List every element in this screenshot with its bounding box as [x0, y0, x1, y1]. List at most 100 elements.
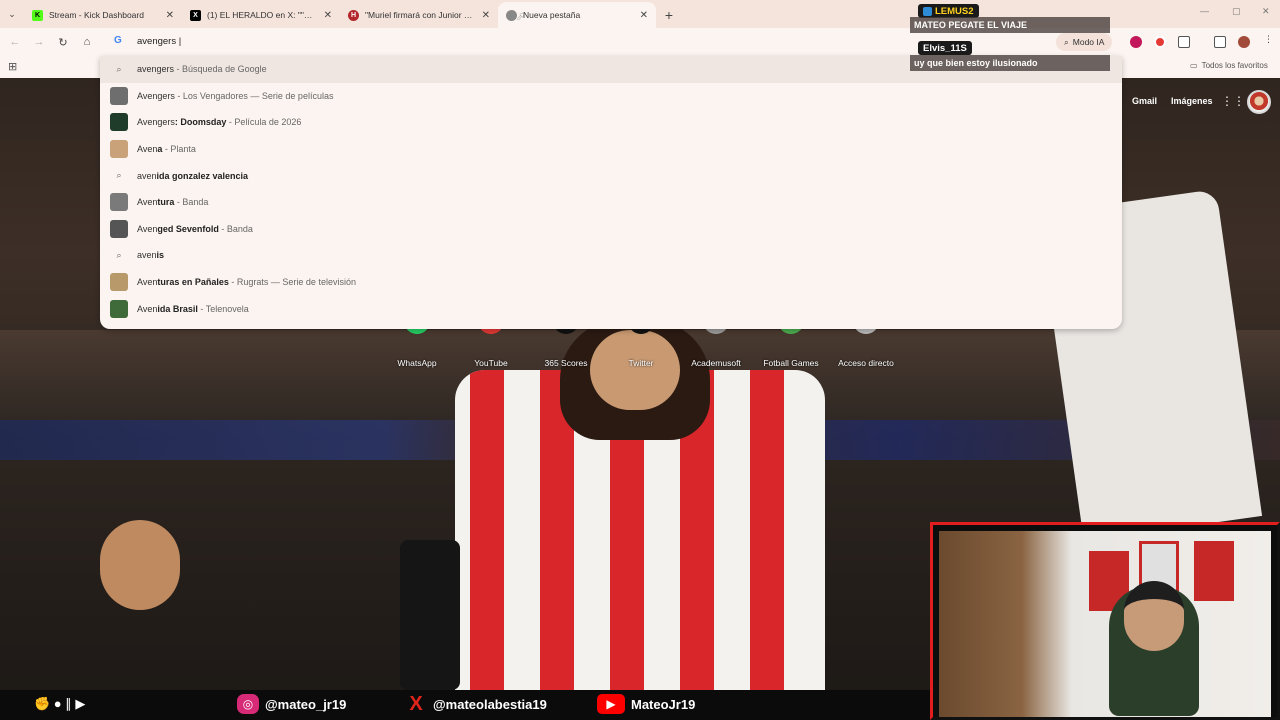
back-button[interactable]: ← — [3, 30, 27, 54]
tab-search-button[interactable]: ⌄ — [0, 0, 24, 28]
mascot-icons: ✊ ● ∥ ▶ — [34, 696, 86, 711]
extension-icon[interactable] — [1130, 36, 1142, 48]
forward-button[interactable]: → — [27, 30, 51, 54]
framed-jersey — [1194, 541, 1234, 601]
avatar[interactable] — [1247, 90, 1271, 114]
apps-grid-icon[interactable]: ⊞ — [8, 60, 17, 73]
x-icon: X — [190, 9, 201, 21]
suggestion-text: Aven — [137, 144, 158, 155]
shortcut-label: Academusoft — [691, 358, 741, 368]
entity-thumbnail — [110, 299, 128, 318]
shortcut-label: Fotball Games — [763, 358, 819, 368]
suggestion-bold-text: : Doomsday — [174, 117, 227, 128]
tab-el-heraldo-x[interactable]: X (1) EL HERALDO en X: ""Muriel ✕ — [182, 2, 340, 28]
entity-thumbnail — [110, 219, 128, 238]
heraldo-icon: H — [348, 9, 359, 21]
tab-title: Nueva pestaña — [523, 10, 581, 20]
suggestion-subtext: - Banda — [218, 223, 253, 234]
entity-thumbnail — [110, 273, 128, 292]
entity-thumbnail — [110, 140, 128, 159]
suggestion-bold-text: ida Brasil — [157, 303, 198, 314]
close-icon[interactable]: ✕ — [166, 10, 174, 21]
close-icon[interactable]: ✕ — [324, 10, 332, 21]
webcam-overlay — [930, 522, 1280, 720]
tab-title: "Muriel firmará con Junior por — [365, 10, 476, 20]
camera-equipment — [400, 540, 460, 690]
suggestion-bold-text: ida gonzalez valencia — [156, 170, 249, 181]
kick-icon: K — [32, 9, 43, 21]
google-links: Gmail Imágenes — [1132, 96, 1213, 106]
suggestion-text: Aven — [137, 197, 158, 208]
suggestion-item[interactable]: Aventuras en Pañales - Rugrats — Serie d… — [100, 269, 1122, 296]
search-icon: ⌕ — [116, 249, 122, 260]
suggestion-bold-text: turas en Pañales — [157, 277, 229, 288]
modo-ia-button[interactable]: ⌕ Modo IA — [1056, 33, 1113, 51]
media-icon[interactable] — [1214, 36, 1226, 48]
chat-username: Elvis_11S — [918, 41, 972, 55]
suggestion-subtext: - Película de 2026 — [226, 117, 302, 128]
suggestion-item[interactable]: ⌕ avenida gonzalez valencia — [100, 162, 1122, 189]
tab-title: (1) EL HERALDO en X: ""Muriel — [207, 10, 318, 20]
entity-thumbnail — [110, 193, 128, 212]
entity-thumbnail — [110, 86, 128, 105]
close-window-icon[interactable]: ✕ — [1262, 6, 1270, 17]
menu-icon[interactable]: ⋮ — [1264, 34, 1273, 45]
suggestion-item[interactable]: Avengers - Los Vengadores — Serie de pel… — [100, 83, 1122, 110]
streamer-face — [1124, 581, 1184, 651]
suggestion-text: Avengers — [137, 90, 175, 101]
shortcut-label: WhatsApp — [397, 358, 437, 368]
chat-username-text: LEMUS2 — [935, 5, 974, 17]
suggestion-item[interactable]: Avenged Sevenfold - Banda — [100, 216, 1122, 243]
chat-message: MATEO PEGATE EL VIAJE — [910, 17, 1110, 33]
suggestion-text: aven — [137, 250, 157, 261]
suggestion-text: Aven — [137, 223, 158, 234]
suggestion-text: avengers — [137, 64, 175, 75]
all-bookmarks-button[interactable]: ▭ Todos los favoritos — [1190, 61, 1268, 70]
chat-username-text: Elvis_11S — [923, 42, 967, 54]
shortcut-label: 365 Scores — [544, 358, 588, 368]
suggestion-text: Aven — [137, 303, 158, 314]
profile-icon[interactable] — [1238, 36, 1250, 48]
suggestion-subtext: - Búsqueda de Google — [174, 64, 267, 75]
social-handle: @mateolabestia19 — [433, 696, 547, 712]
suggestion-subtext: - Los Vengadores — Serie de películas — [174, 90, 334, 101]
tab-title: Stream - Kick Dashboard — [49, 10, 144, 20]
all-bookmarks-label: Todos los favoritos — [1201, 61, 1268, 70]
home-button[interactable]: ⌂ — [75, 30, 99, 54]
tab-kick-dashboard[interactable]: K Stream - Kick Dashboard ✕ — [24, 2, 182, 28]
suggestion-text: Avengers — [137, 117, 175, 128]
suggestion-subtext: - Banda — [174, 197, 209, 208]
suggestion-bold-text: ged Sevenfold — [157, 223, 219, 234]
social-youtube: ▶ MateoJr19 — [597, 694, 695, 714]
suggestion-bold-text: tura — [157, 197, 175, 208]
suggestion-bold-text: is — [156, 250, 165, 261]
shortcut-label: Acceso directo — [838, 358, 894, 368]
shortcut-label: YouTube — [474, 358, 508, 368]
reload-button[interactable]: ↻ — [51, 30, 75, 54]
x-icon: X — [409, 692, 423, 715]
chat-message: uy que bien estoy ilusionado — [910, 55, 1110, 71]
opera-icon[interactable] — [1154, 36, 1166, 48]
suggestion-item[interactable]: Aventura - Banda — [100, 189, 1122, 216]
images-link[interactable]: Imágenes — [1171, 96, 1213, 106]
suggestion-subtext: - Rugrats — Serie de televisión — [228, 277, 356, 288]
youtube-icon: ▶ — [597, 694, 625, 714]
omnibox-input[interactable]: avengers | — [137, 36, 181, 47]
suggestion-item[interactable]: Avenida Brasil - Telenovela — [100, 295, 1122, 322]
entity-thumbnail — [110, 113, 128, 132]
gmail-link[interactable]: Gmail — [1132, 96, 1157, 106]
shortcut-label: Twitter — [628, 358, 654, 368]
cursor-icon: ➚ — [516, 11, 526, 23]
close-icon[interactable]: ✕ — [640, 10, 648, 21]
minimize-icon[interactable]: — — [1200, 6, 1209, 16]
new-tab-button[interactable]: + — [656, 2, 682, 28]
maximize-icon[interactable]: ▢ — [1232, 6, 1241, 17]
close-icon[interactable]: ✕ — [482, 10, 490, 21]
suggestion-item[interactable]: Avengers: Doomsday - Película de 2026 — [100, 109, 1122, 136]
suggestion-item[interactable]: ⌕ avenis — [100, 242, 1122, 269]
suggestion-item[interactable]: Avena - Planta — [100, 136, 1122, 163]
search-icon: ⌕ — [1064, 36, 1069, 47]
suggestion-text: Aven — [137, 277, 158, 288]
tab-muriel-article[interactable]: H "Muriel firmará con Junior por ✕ — [340, 2, 498, 28]
puzzle-icon[interactable] — [1178, 36, 1190, 48]
